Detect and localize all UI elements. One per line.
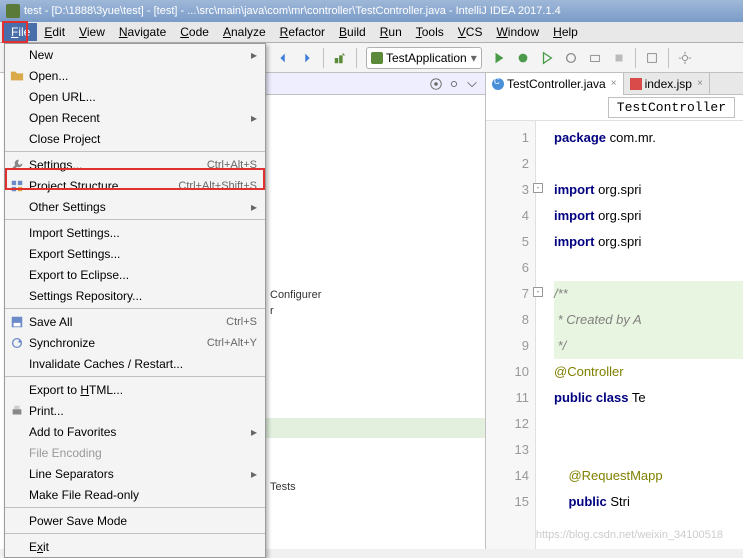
run-button[interactable] (488, 47, 510, 69)
menu-analyze[interactable]: Analyze (216, 23, 273, 41)
close-icon[interactable]: × (611, 78, 617, 89)
editor-tab-index-jsp[interactable]: index.jsp× (624, 73, 710, 95)
menu-code[interactable]: Code (173, 23, 216, 41)
menu-item-synchronize[interactable]: SynchronizeCtrl+Alt+Y (5, 332, 265, 353)
menu-item-line-separators[interactable]: Line Separators▸ (5, 463, 265, 484)
menu-tools[interactable]: Tools (409, 23, 451, 41)
menu-item-export-to-html[interactable]: Export to HTML... (5, 379, 265, 400)
menu-item-new[interactable]: New▸ (5, 44, 265, 65)
structure-icon (9, 178, 25, 194)
wrench-icon (9, 157, 25, 173)
menu-edit[interactable]: Edit (37, 23, 72, 41)
forward-button[interactable] (296, 47, 318, 69)
run-configuration-selector[interactable]: TestApplication ▾ (366, 47, 482, 69)
vcs-button[interactable] (641, 47, 663, 69)
expand-icon[interactable] (465, 77, 479, 91)
menu-item-export-settings[interactable]: Export Settings... (5, 243, 265, 264)
debug-button[interactable] (512, 47, 534, 69)
sync-icon (9, 335, 25, 351)
folder-icon (9, 68, 25, 84)
menu-item-exit[interactable]: Exit (5, 536, 265, 557)
menu-file[interactable]: File (4, 23, 37, 41)
jsp-file-icon (630, 78, 642, 90)
menu-run[interactable]: Run (373, 23, 409, 41)
gutter: 123-4567-89101112131415 (486, 121, 536, 549)
menu-item-open-url[interactable]: Open URL... (5, 86, 265, 107)
profile-button[interactable] (560, 47, 582, 69)
editor-tab-bar: TestController.java×index.jsp× (486, 73, 743, 95)
spring-icon (371, 52, 383, 64)
menu-item-other-settings[interactable]: Other Settings▸ (5, 196, 265, 217)
menu-item-file-encoding: File Encoding (5, 442, 265, 463)
menu-item-save-all[interactable]: Save AllCtrl+S (5, 311, 265, 332)
window-title: test - [D:\1888\3yue\test] - [test] - ..… (24, 5, 561, 17)
menu-item-power-save-mode[interactable]: Power Save Mode (5, 510, 265, 531)
menu-item-export-to-eclipse[interactable]: Export to Eclipse... (5, 264, 265, 285)
menu-bar: FileEditViewNavigateCodeAnalyzeRefactorB… (0, 22, 743, 43)
breadcrumb-class[interactable]: TestController (608, 97, 735, 118)
structure-pane[interactable]: Configurer r Tests (266, 73, 486, 549)
close-icon[interactable]: × (697, 78, 703, 89)
menu-item-settings-repository[interactable]: Settings Repository... (5, 285, 265, 306)
java-file-icon (492, 78, 504, 90)
gear-icon[interactable] (447, 77, 461, 91)
menu-item-settings[interactable]: Settings...Ctrl+Alt+S (5, 154, 265, 175)
menu-build[interactable]: Build (332, 23, 373, 41)
code-editor[interactable]: 123-4567-89101112131415 package com.mr.i… (486, 121, 743, 549)
menu-refactor[interactable]: Refactor (273, 23, 332, 41)
target-icon[interactable] (429, 77, 443, 91)
build-button[interactable] (329, 47, 351, 69)
print-icon (9, 403, 25, 419)
structure-label-tests: Tests (270, 481, 296, 493)
menu-item-invalidate-caches-restart[interactable]: Invalidate Caches / Restart... (5, 353, 265, 374)
run-config-label: TestApplication (386, 51, 467, 65)
menu-window[interactable]: Window (489, 23, 546, 41)
save-icon (9, 314, 25, 330)
breadcrumb-bar: TestController (486, 95, 743, 121)
attach-button[interactable] (584, 47, 606, 69)
structure-label-configurer: Configurer (270, 289, 321, 301)
editor-tab-TestController-java[interactable]: TestController.java× (486, 73, 624, 95)
editor-pane: TestController.java×index.jsp× TestContr… (486, 73, 743, 549)
menu-vcs[interactable]: VCS (451, 23, 490, 41)
menu-item-print[interactable]: Print... (5, 400, 265, 421)
menu-navigate[interactable]: Navigate (112, 23, 173, 41)
back-button[interactable] (272, 47, 294, 69)
menu-help[interactable]: Help (546, 23, 585, 41)
menu-item-close-project[interactable]: Close Project (5, 128, 265, 149)
menu-item-open-recent[interactable]: Open Recent▸ (5, 107, 265, 128)
settings-button[interactable] (674, 47, 696, 69)
menu-item-make-file-read-only[interactable]: Make File Read-only (5, 484, 265, 505)
menu-item-add-to-favorites[interactable]: Add to Favorites▸ (5, 421, 265, 442)
stop-button[interactable] (608, 47, 630, 69)
menu-item-project-structure[interactable]: Project Structure...Ctrl+Alt+Shift+S (5, 175, 265, 196)
title-bar: test - [D:\1888\3yue\test] - [test] - ..… (0, 0, 743, 22)
code-content[interactable]: package com.mr.import org.spriimport org… (536, 121, 743, 549)
file-menu-dropdown: New▸Open...Open URL...Open Recent▸Close … (4, 43, 266, 558)
menu-item-import-settings[interactable]: Import Settings... (5, 222, 265, 243)
structure-label-r: r (270, 305, 274, 317)
coverage-button[interactable] (536, 47, 558, 69)
menu-view[interactable]: View (72, 23, 112, 41)
menu-item-open[interactable]: Open... (5, 65, 265, 86)
app-icon (6, 4, 20, 18)
